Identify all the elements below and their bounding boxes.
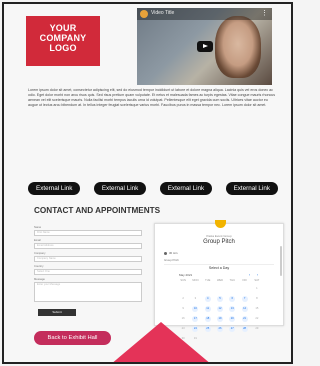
weekday-label: THU: [229, 279, 235, 282]
weekday-label: FRI: [242, 279, 247, 282]
calendar-day[interactable]: 11: [204, 306, 211, 312]
event-name: Group Pitch: [203, 239, 235, 245]
calendar-day[interactable]: 4: [204, 296, 211, 302]
weekday-label: SAT: [254, 279, 260, 282]
play-button-icon[interactable]: [197, 41, 213, 52]
message-textarea[interactable]: Enter your Message: [34, 282, 142, 302]
external-link-4[interactable]: External Link: [225, 182, 278, 195]
logo-line-1: YOUR: [49, 23, 77, 33]
back-to-exhibit-hall-button[interactable]: Back to Exhibit Hall: [34, 331, 111, 345]
divider: [164, 264, 274, 265]
weekday-label: WED: [216, 279, 224, 282]
external-link-1[interactable]: External Link: [28, 182, 81, 195]
contact-form: Name First Name Email Email Address Comp…: [34, 226, 142, 316]
calendar-empty-cell: [238, 286, 250, 292]
more-options-icon[interactable]: ⋮: [261, 9, 268, 17]
country-select[interactable]: Select One: [34, 269, 142, 275]
calendar-day: 15: [255, 307, 259, 310]
duration-text: 30 min: [169, 251, 178, 255]
weekday-label: MON: [192, 279, 199, 282]
calendar-day: 8: [256, 297, 258, 300]
logo-line-2: COMPANY: [39, 33, 87, 43]
calendar-day[interactable]: 13: [229, 306, 236, 312]
calendar-day: 2: [182, 297, 184, 300]
clock-icon: [164, 251, 167, 255]
event-description: Group Pitch: [164, 258, 179, 262]
external-link-2[interactable]: External Link: [93, 182, 147, 195]
company-input[interactable]: Company Name: [34, 256, 142, 262]
company-logo: YOUR COMPANY LOGO: [26, 16, 100, 66]
external-links-row: External Link External Link External Lin…: [28, 182, 278, 195]
calendar-day[interactable]: 21: [241, 316, 248, 322]
logo-line-3: LOGO: [49, 43, 77, 53]
email-input[interactable]: Email Address: [34, 243, 142, 249]
prev-month-icon[interactable]: ‹: [249, 273, 250, 277]
calendar-empty-cell: [214, 286, 226, 292]
next-month-icon[interactable]: ›: [257, 273, 258, 277]
calendar-day: 9: [182, 307, 184, 310]
calendar-day: 29: [255, 327, 259, 330]
month-label: May 2021: [179, 273, 193, 277]
calendar-day[interactable]: 20: [229, 316, 236, 322]
calendar-empty-cell: [226, 286, 238, 292]
scrollbar[interactable]: [280, 246, 282, 276]
calendar-empty-cell: [189, 286, 201, 292]
pointer-arrow-icon: [104, 322, 218, 362]
calendar-empty-cell: [226, 336, 238, 342]
calendar-day[interactable]: 7: [241, 296, 248, 302]
calendar-day[interactable]: 12: [216, 306, 223, 312]
scheduling-widget: Pasta Event Group Group Pitch 30 min Gro…: [154, 220, 284, 340]
calendar-day[interactable]: 6: [229, 296, 236, 302]
description-paragraph: Lorem ipsum dolor sit amet, consectetur …: [28, 88, 276, 107]
calendar-day[interactable]: 14: [241, 306, 248, 312]
calendar-day: 22: [255, 317, 259, 320]
exhibit-booth-page: YOUR COMPANY LOGO Video Title ⋮ Lorem ip…: [2, 2, 293, 364]
event-duration: 30 min: [164, 251, 177, 255]
video-title: Video Title: [151, 10, 175, 16]
calendar-day[interactable]: 28: [241, 326, 248, 332]
name-input[interactable]: First Name: [34, 230, 142, 236]
calendar-empty-cell: [238, 336, 250, 342]
calendar-day[interactable]: 10: [192, 306, 199, 312]
channel-avatar-icon: [140, 10, 148, 18]
section-title: CONTACT AND APPOINTMENTS: [34, 206, 161, 215]
calendar-day: 3: [194, 297, 197, 300]
host-name: Pasta Event Group: [206, 234, 232, 238]
host-badge-icon: [215, 220, 226, 228]
calendar-day[interactable]: 5: [216, 296, 223, 302]
external-link-3[interactable]: External Link: [159, 182, 213, 195]
weekday-label: SUN: [180, 279, 186, 282]
video-player[interactable]: Video Title ⋮: [137, 8, 272, 85]
weekday-label: TUE: [205, 279, 211, 282]
calendar-empty-cell: [251, 336, 263, 342]
calendar-empty-cell: [202, 286, 214, 292]
video-thumbnail-person: [215, 16, 261, 78]
calendar-empty-cell: [177, 286, 189, 292]
submit-button[interactable]: Submit: [38, 309, 76, 316]
calendar-day[interactable]: 27: [229, 326, 236, 332]
select-day-heading: Select a Day: [208, 266, 230, 270]
calendar-day: 1: [256, 287, 258, 290]
